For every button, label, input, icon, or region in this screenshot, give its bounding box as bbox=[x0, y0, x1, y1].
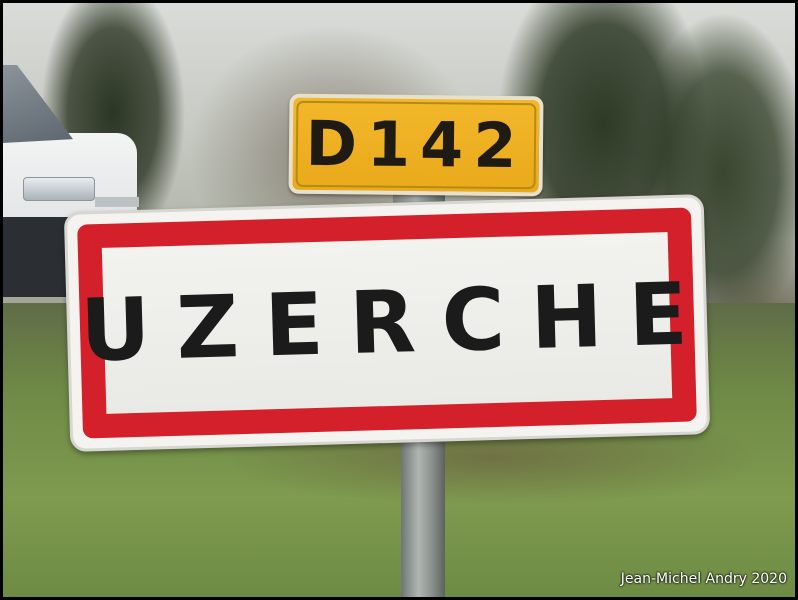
van-bumper bbox=[3, 217, 73, 297]
photo-frame: D142 UZERCHE Jean-Michel Andry 2020 bbox=[0, 0, 798, 600]
van-windshield bbox=[3, 65, 73, 143]
town-name: UZERCHE bbox=[79, 263, 715, 382]
photo-credit: Jean-Michel Andry 2020 bbox=[620, 571, 787, 587]
route-number: D142 bbox=[305, 106, 527, 183]
photo-scene: D142 UZERCHE Jean-Michel Andry 2020 bbox=[3, 3, 795, 597]
route-number-plate: D142 bbox=[288, 93, 544, 197]
town-entry-sign: UZERCHE bbox=[63, 194, 715, 452]
town-sign-red-border: UZERCHE bbox=[77, 207, 715, 439]
van-grille bbox=[95, 197, 139, 207]
van-headlight bbox=[23, 177, 95, 201]
